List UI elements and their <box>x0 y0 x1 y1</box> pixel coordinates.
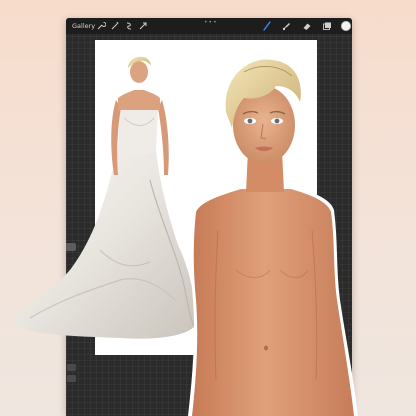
bride-figure <box>12 56 196 339</box>
mannequin-figure <box>188 59 358 416</box>
canvas-artwork <box>12 56 358 416</box>
